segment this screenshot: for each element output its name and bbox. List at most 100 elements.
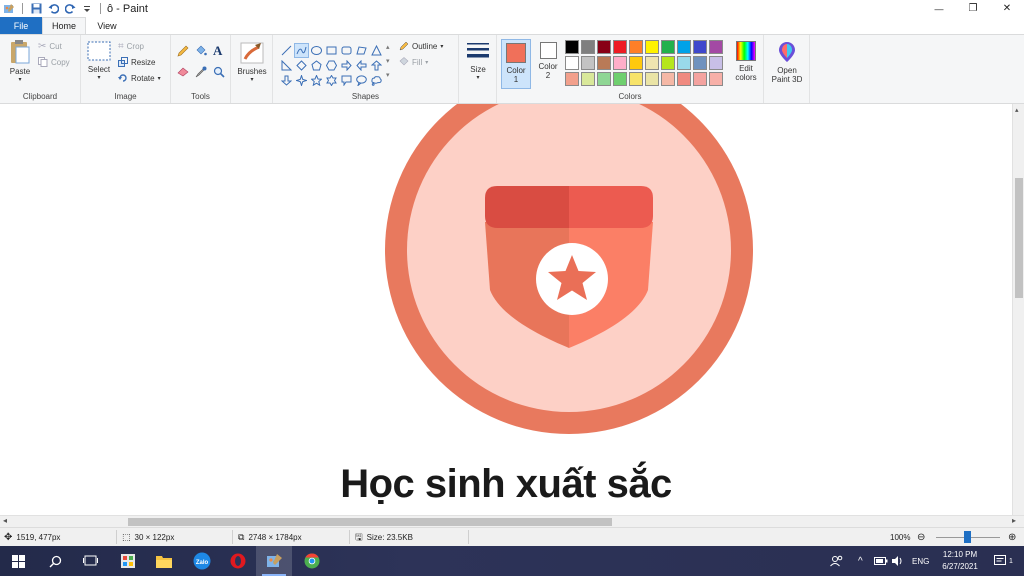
- vertical-scrollbar[interactable]: ▴: [1012, 104, 1024, 515]
- minimize-button[interactable]: —: [922, 0, 956, 17]
- left-arrow-shape-icon[interactable]: [354, 58, 369, 73]
- palette-swatch[interactable]: [613, 72, 627, 86]
- four-point-star-shape-icon[interactable]: [294, 73, 309, 88]
- right-triangle-shape-icon[interactable]: [279, 58, 294, 73]
- outline-button[interactable]: Outline ▾: [399, 41, 443, 51]
- paint-icon[interactable]: [256, 546, 292, 576]
- color-picker-icon[interactable]: [195, 66, 207, 80]
- vertical-scroll-thumb[interactable]: [1015, 178, 1023, 298]
- palette-swatch[interactable]: [565, 56, 579, 70]
- magnifier-icon[interactable]: [213, 66, 225, 80]
- color1-button[interactable]: Color 1: [501, 39, 531, 89]
- open-paint3d-button[interactable]: Open Paint 3D: [768, 41, 806, 84]
- file-explorer-icon[interactable]: [146, 546, 182, 576]
- six-point-star-shape-icon[interactable]: [324, 73, 339, 88]
- palette-swatch[interactable]: [597, 72, 611, 86]
- pencil-icon[interactable]: [177, 45, 189, 59]
- restore-button[interactable]: ❐: [956, 0, 990, 17]
- palette-swatch[interactable]: [645, 72, 659, 86]
- edit-colors-button[interactable]: Edit colors: [731, 41, 761, 82]
- palette-swatch[interactable]: [693, 40, 707, 54]
- palette-swatch[interactable]: [677, 40, 691, 54]
- scroll-left-icon[interactable]: ◂: [3, 516, 7, 525]
- palette-swatch[interactable]: [661, 72, 675, 86]
- select-button[interactable]: Select ▾: [85, 41, 113, 81]
- shapes-scroll[interactable]: ▴ ▾ ▾: [386, 41, 390, 83]
- scroll-up-icon[interactable]: ▴: [1015, 106, 1019, 114]
- oval-callout-shape-icon[interactable]: [354, 73, 369, 88]
- rotate-button[interactable]: Rotate ▾: [118, 73, 161, 83]
- zoom-out-icon[interactable]: ⊖: [917, 528, 925, 547]
- zalo-icon[interactable]: Zalo: [184, 546, 220, 576]
- palette-swatch[interactable]: [709, 40, 723, 54]
- close-button[interactable]: ✕: [990, 0, 1024, 17]
- fill-button[interactable]: Fill ▾: [399, 57, 428, 67]
- palette-swatch[interactable]: [613, 56, 627, 70]
- palette-swatch[interactable]: [629, 40, 643, 54]
- color2-button[interactable]: Color 2: [535, 42, 561, 80]
- palette-swatch[interactable]: [613, 40, 627, 54]
- right-arrow-shape-icon[interactable]: [339, 58, 354, 73]
- rect-callout-shape-icon[interactable]: [339, 73, 354, 88]
- zoom-slider-thumb[interactable]: [964, 531, 971, 543]
- task-view-icon[interactable]: [72, 546, 108, 576]
- notification-center-icon[interactable]: 1: [994, 546, 1013, 576]
- hexagon-shape-icon[interactable]: [324, 58, 339, 73]
- copy-button[interactable]: Copy: [38, 57, 70, 67]
- palette-swatch[interactable]: [645, 40, 659, 54]
- size-button[interactable]: Size ▾: [463, 41, 493, 81]
- brushes-button[interactable]: Brushes ▾: [235, 41, 269, 83]
- app-store-icon[interactable]: [110, 546, 146, 576]
- triangle-shape-icon[interactable]: [369, 43, 384, 58]
- redo-icon[interactable]: [64, 3, 76, 15]
- polygon-shape-icon[interactable]: [354, 43, 369, 58]
- drawing-canvas[interactable]: Học sinh xuất sắc: [0, 104, 1012, 515]
- palette-swatch[interactable]: [597, 56, 611, 70]
- chrome-icon[interactable]: [294, 546, 330, 576]
- input-language[interactable]: ENG: [912, 546, 929, 576]
- palette-swatch[interactable]: [629, 56, 643, 70]
- battery-icon[interactable]: [874, 546, 888, 576]
- palette-swatch[interactable]: [581, 72, 595, 86]
- scroll-right-icon[interactable]: ▸: [1012, 516, 1016, 525]
- show-hidden-icons[interactable]: ^: [858, 546, 863, 576]
- palette-swatch[interactable]: [661, 56, 675, 70]
- tab-home[interactable]: Home: [42, 17, 86, 34]
- palette-swatch[interactable]: [629, 72, 643, 86]
- rectangle-shape-icon[interactable]: [324, 43, 339, 58]
- save-icon[interactable]: [30, 3, 42, 15]
- curve-shape-icon[interactable]: [294, 43, 309, 58]
- customize-qat-icon[interactable]: [81, 3, 93, 15]
- volume-icon[interactable]: [892, 546, 904, 576]
- system-clock[interactable]: 12:10 PM 6/27/2021: [932, 549, 988, 573]
- cut-button[interactable]: ✂ Cut: [38, 41, 62, 52]
- palette-swatch[interactable]: [645, 56, 659, 70]
- down-arrow-shape-icon[interactable]: [279, 73, 294, 88]
- palette-swatch[interactable]: [565, 40, 579, 54]
- palette-swatch[interactable]: [709, 56, 723, 70]
- start-icon[interactable]: [0, 546, 36, 576]
- tab-file[interactable]: File: [0, 17, 42, 34]
- palette-swatch[interactable]: [581, 56, 595, 70]
- resize-button[interactable]: Resize: [118, 57, 155, 67]
- horizontal-scrollbar[interactable]: ◂ ▸: [0, 515, 1024, 527]
- horizontal-scroll-thumb[interactable]: [128, 518, 612, 526]
- five-point-star-shape-icon[interactable]: [309, 73, 324, 88]
- crop-button[interactable]: ⌗ Crop: [118, 41, 144, 52]
- palette-swatch[interactable]: [597, 40, 611, 54]
- line-shape-icon[interactable]: [279, 43, 294, 58]
- undo-icon[interactable]: [47, 3, 59, 15]
- palette-swatch[interactable]: [661, 40, 675, 54]
- palette-swatch[interactable]: [677, 56, 691, 70]
- palette-swatch[interactable]: [709, 72, 723, 86]
- text-tool-icon[interactable]: A: [213, 43, 222, 59]
- zoom-in-icon[interactable]: ⊕: [1008, 528, 1016, 547]
- diamond-shape-icon[interactable]: [294, 58, 309, 73]
- palette-swatch[interactable]: [693, 72, 707, 86]
- palette-swatch[interactable]: [565, 72, 579, 86]
- fill-bucket-icon[interactable]: [195, 45, 207, 59]
- pentagon-shape-icon[interactable]: [309, 58, 324, 73]
- paste-button[interactable]: Paste ▾: [6, 39, 34, 83]
- palette-swatch[interactable]: [693, 56, 707, 70]
- oval-shape-icon[interactable]: [309, 43, 324, 58]
